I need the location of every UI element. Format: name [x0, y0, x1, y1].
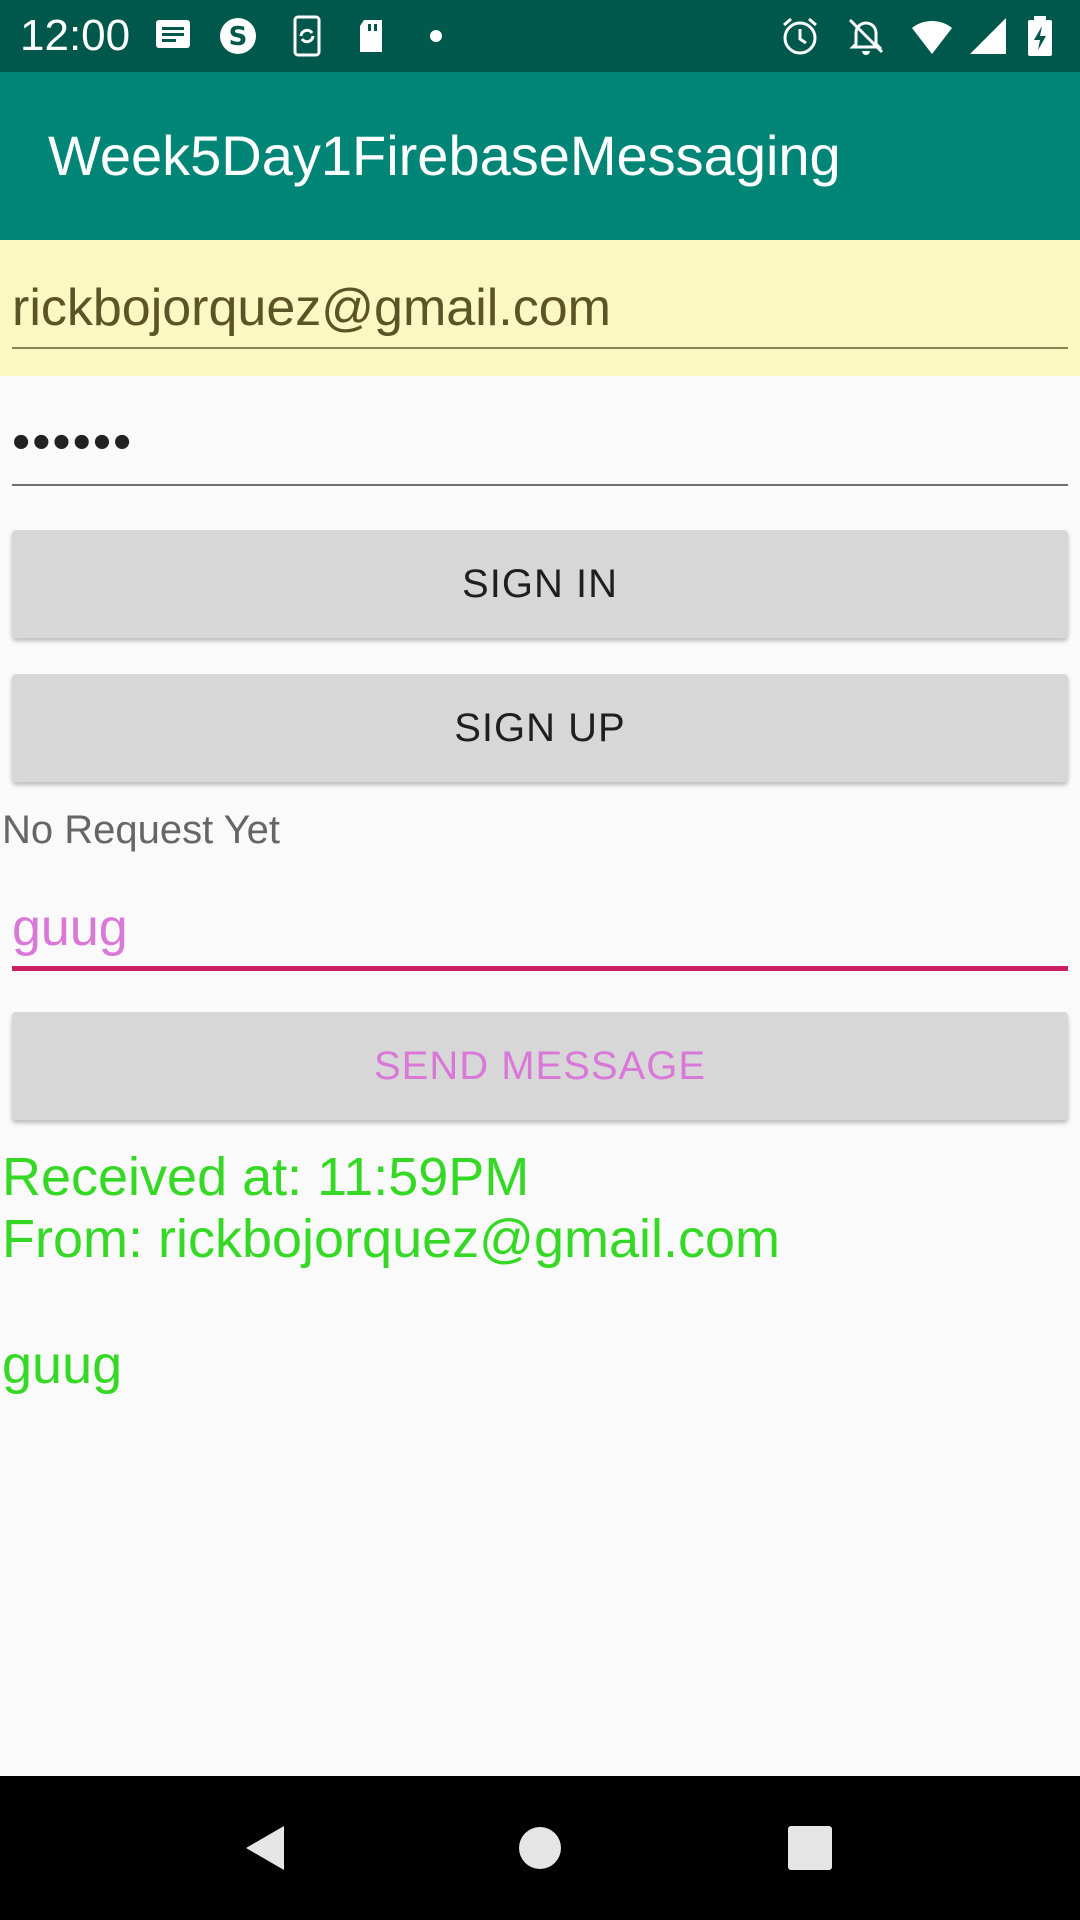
message-icon	[156, 20, 190, 48]
received-from-text: From: rickbojorquez@gmail.com	[2, 1209, 781, 1269]
status-bar: 12:00 S	[0, 0, 1080, 72]
alarm-icon	[783, 17, 817, 55]
dot-icon	[430, 30, 442, 42]
received-time-text: Received at: 11:59PM	[2, 1147, 530, 1207]
svg-text:S: S	[229, 22, 248, 52]
email-field-container: rickbojorquez@gmail.com	[0, 240, 1080, 376]
notifications-off-icon	[848, 18, 884, 55]
navigation-bar	[0, 1776, 1080, 1920]
back-icon	[246, 1826, 284, 1870]
send-message-button[interactable]: SEND MESSAGE	[12, 1012, 1068, 1120]
sign-in-button[interactable]: SIGN IN	[12, 530, 1068, 638]
sign-up-button[interactable]: SIGN UP	[12, 674, 1068, 782]
sd-card-icon	[360, 20, 382, 52]
message-input[interactable]: guug	[12, 898, 128, 958]
wifi-icon	[912, 20, 952, 54]
message-underline	[12, 966, 1068, 971]
sync-phone-icon	[293, 15, 321, 57]
email-underline	[12, 347, 1068, 349]
password-field[interactable]: ••••••	[12, 412, 133, 472]
signal-icon	[970, 18, 1006, 54]
password-underline	[12, 484, 1068, 486]
status-time: 12:00	[20, 11, 131, 60]
recents-button[interactable]	[768, 1806, 852, 1890]
home-button[interactable]	[498, 1806, 582, 1890]
skype-icon: S	[220, 18, 256, 54]
home-icon	[519, 1827, 561, 1869]
email-field[interactable]: rickbojorquez@gmail.com	[12, 278, 611, 338]
battery-charging-icon	[1028, 16, 1052, 56]
request-status-text: No Request Yet	[2, 808, 280, 852]
app-title: Week5Day1FirebaseMessaging	[48, 124, 841, 187]
app-bar: Week5Day1FirebaseMessaging	[0, 72, 1080, 240]
back-button[interactable]	[226, 1806, 310, 1890]
received-body-text: guug	[2, 1335, 123, 1395]
recents-icon	[788, 1826, 832, 1870]
